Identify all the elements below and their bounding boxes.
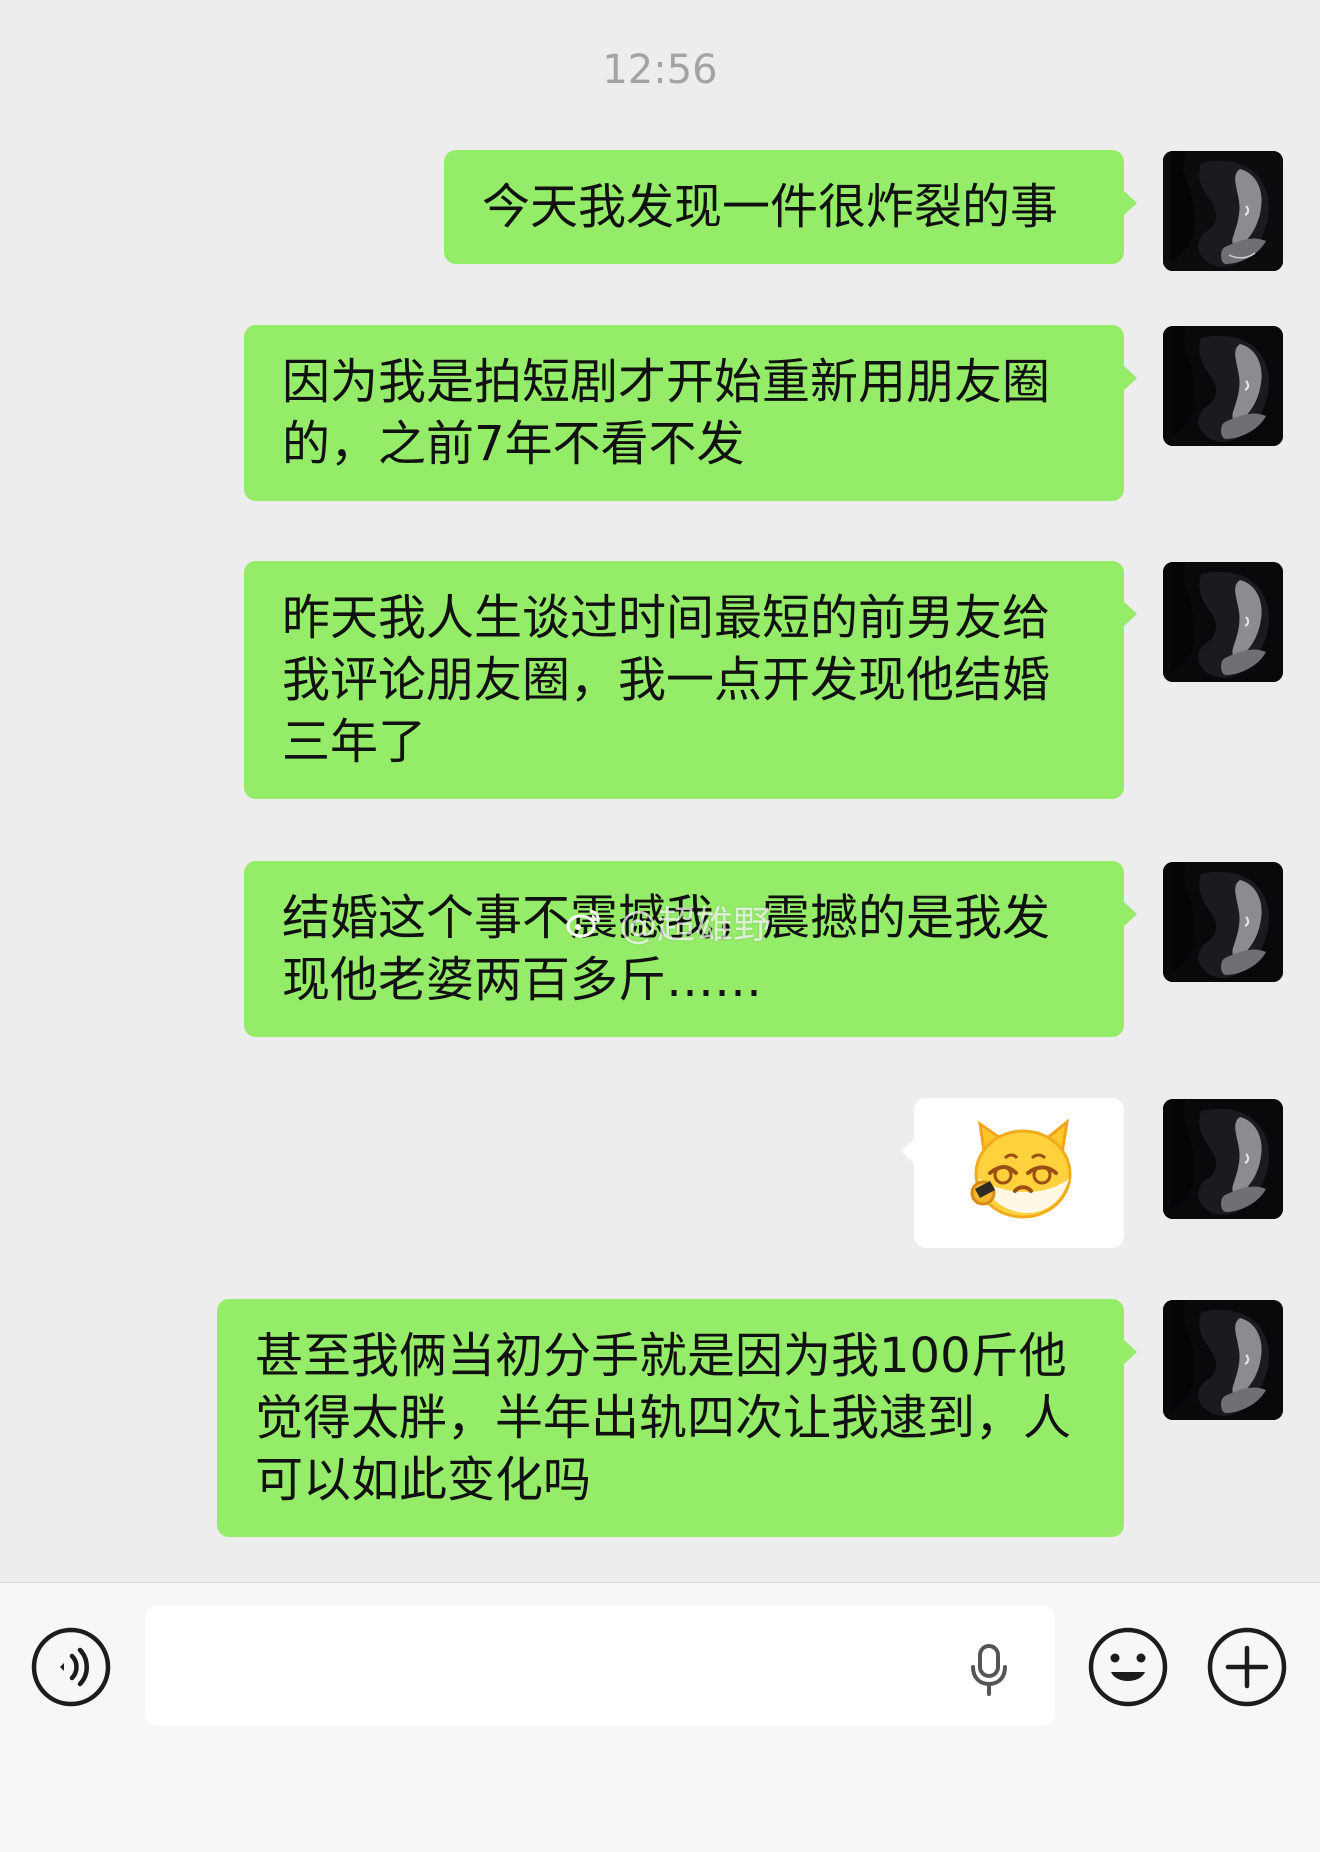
message-bubble[interactable]: 因为我是拍短剧才开始重新用朋友圈的，之前7年不看不发 xyxy=(244,325,1137,501)
message-bubble[interactable]: 昨天我人生谈过时间最短的前男友给我评论朋友圈，我一点开发现他结婚三年了 xyxy=(244,561,1137,799)
avatar[interactable] xyxy=(1163,1099,1283,1219)
cat-sticker-icon xyxy=(962,1118,1076,1242)
emoji-icon[interactable] xyxy=(1086,1625,1170,1709)
message-text: 结婚这个事不震撼我，震撼的是我发现他老婆两百多斤…… xyxy=(282,890,1051,1008)
message-bubble[interactable]: 今天我发现一件很炸裂的事 xyxy=(444,150,1137,264)
message-input[interactable] xyxy=(145,1605,1055,1726)
sticker-bubble[interactable] xyxy=(901,1098,1124,1248)
input-bar xyxy=(0,1582,1320,1852)
message-text: 昨天我人生谈过时间最短的前男友给我评论朋友圈，我一点开发现他结婚三年了 xyxy=(282,590,1051,770)
plus-icon[interactable] xyxy=(1205,1625,1289,1709)
chat-timestamp: 12:56 xyxy=(602,47,718,93)
avatar[interactable] xyxy=(1163,326,1283,446)
message-text: 甚至我俩当初分手就是因为我100斤他觉得太胖，半年出轨四次让我逮到，人可以如此变… xyxy=(255,1328,1072,1508)
chat-area[interactable]: 12:56 今天我发现一件很炸裂的事 因为我是拍短剧才开始重新用朋友圈的，之前7… xyxy=(0,0,1320,1582)
voice-icon[interactable] xyxy=(29,1625,113,1709)
avatar[interactable] xyxy=(1163,151,1283,271)
avatar[interactable] xyxy=(1163,1300,1283,1420)
avatar[interactable] xyxy=(1163,862,1283,982)
message-text: 因为我是拍短剧才开始重新用朋友圈的，之前7年不看不发 xyxy=(282,354,1051,472)
microphone-icon[interactable] xyxy=(967,1643,1011,1697)
message-bubble[interactable]: 结婚这个事不震撼我，震撼的是我发现他老婆两百多斤…… xyxy=(244,861,1137,1037)
message-bubble[interactable]: 甚至我俩当初分手就是因为我100斤他觉得太胖，半年出轨四次让我逮到，人可以如此变… xyxy=(217,1299,1137,1537)
avatar[interactable] xyxy=(1163,562,1283,682)
message-text: 今天我发现一件很炸裂的事 xyxy=(482,179,1059,235)
